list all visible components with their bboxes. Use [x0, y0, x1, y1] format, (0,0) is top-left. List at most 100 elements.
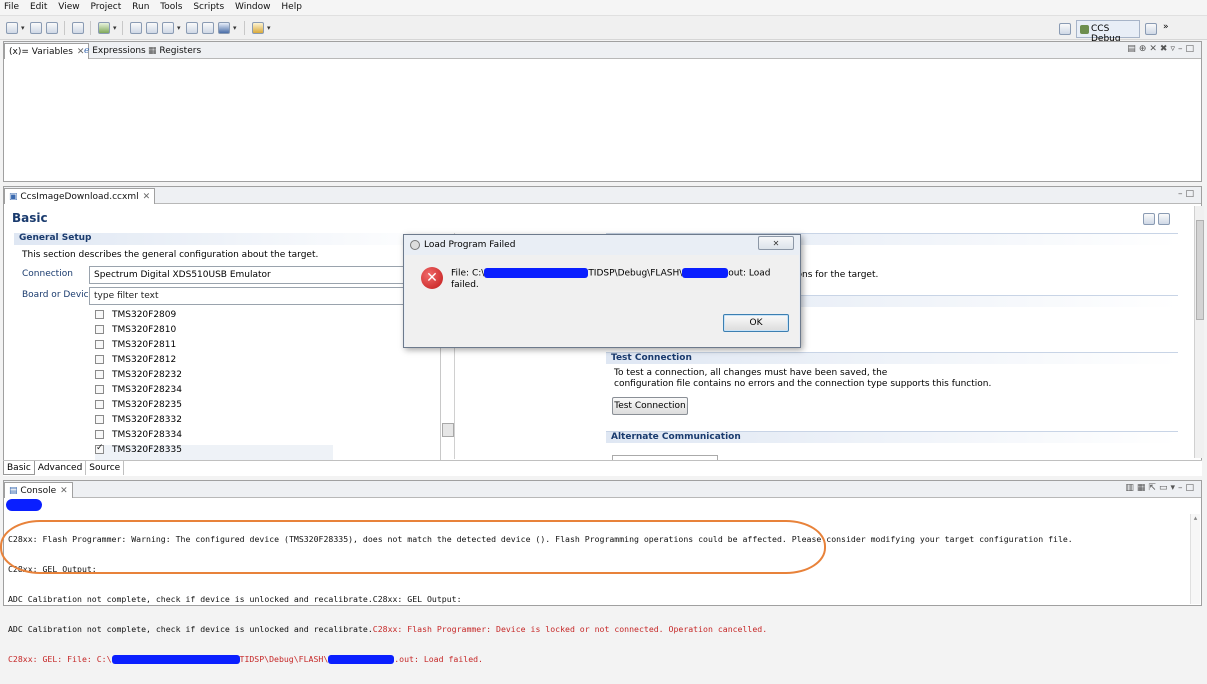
pencil-icon[interactable] [252, 22, 264, 34]
step-over-icon[interactable] [202, 22, 214, 34]
checkbox-checked[interactable] [95, 443, 104, 454]
close-icon[interactable]: ✕ [143, 192, 151, 202]
menu-file[interactable]: File [0, 0, 23, 12]
device-name: TMS320F28234 [112, 385, 182, 395]
list-item[interactable]: TMS320F28235 [95, 400, 182, 415]
checkbox[interactable] [95, 325, 104, 334]
console-output[interactable]: C28xx: Flash Programmer: Warning: The co… [8, 514, 1188, 684]
list-item-selected[interactable]: TMS320F28335 [95, 443, 333, 460]
console-text: ADC Calibration not complete, check if d… [8, 594, 462, 604]
console-line: ADC Calibration not complete, check if d… [8, 594, 1188, 604]
external-tools-icon[interactable] [218, 22, 230, 34]
menu-tools[interactable]: Tools [156, 0, 186, 12]
memory-dropdown-icon[interactable]: ▾ [177, 24, 181, 32]
general-setup-header: General Setup [14, 233, 446, 245]
display-console-icon[interactable]: ▭ [1159, 483, 1171, 493]
tab-registers[interactable]: ▦ Registers [144, 43, 205, 59]
dialog-body: ✕ File: C:\ TIDSP\Debug\FLASH\ out: Load f… [405, 255, 799, 347]
tab-expressions[interactable]: ℯ Expressions [80, 43, 150, 59]
checkbox[interactable] [95, 430, 104, 439]
list-item[interactable]: TMS320F28232 [95, 370, 182, 385]
tab-variables[interactable]: (x)= Variables ✕ [4, 43, 90, 59]
device-list[interactable]: TMS320F2809 TMS320F2810 TMS320F2811 TMS3… [89, 306, 441, 460]
refresh-icon[interactable] [146, 22, 158, 34]
view-menu-icon[interactable]: ▿ [1170, 44, 1178, 54]
editor-tabstrip: ▣ CcsImageDownload.ccxml ✕ –□ [4, 187, 1201, 204]
menu-help[interactable]: Help [277, 0, 306, 12]
list-item[interactable]: TMS320F2812 [95, 355, 176, 370]
connection-combo[interactable]: Spectrum Digital XDS510USB Emulator [89, 266, 441, 284]
clear-console-icon[interactable]: ▥ [1125, 483, 1137, 493]
device-list-scroll-thumb[interactable] [442, 423, 454, 437]
build-icon[interactable] [130, 22, 142, 34]
scroll-thumb[interactable] [1196, 220, 1204, 320]
tab-ccxml[interactable]: ▣ CcsImageDownload.ccxml ✕ [4, 188, 156, 204]
external-dropdown-icon[interactable]: ▾ [233, 24, 237, 32]
new-dropdown-icon[interactable]: ▾ [21, 24, 25, 32]
edit-perspective-icon[interactable] [1145, 23, 1157, 35]
checkbox[interactable] [95, 370, 104, 379]
pin-console-icon[interactable]: ⇱ [1148, 483, 1159, 493]
save-icon[interactable] [30, 22, 42, 34]
layout-icon[interactable] [1143, 213, 1155, 225]
dialog-close-button[interactable]: ✕ [758, 236, 794, 250]
checkbox[interactable] [95, 310, 104, 319]
maximize-icon[interactable]: □ [1185, 483, 1197, 493]
checkbox[interactable] [95, 340, 104, 349]
list-item[interactable]: TMS320F2809 [95, 310, 176, 325]
expressions-icon: ℯ [84, 46, 90, 56]
menu-project[interactable]: Project [86, 0, 125, 12]
save-all-icon[interactable] [46, 22, 58, 34]
add-expression-icon[interactable]: ⊕ [1139, 44, 1150, 54]
list-item[interactable]: TMS320F2811 [95, 340, 176, 355]
tab-console[interactable]: ▤ Console ✕ [4, 482, 73, 498]
console-scrollbar[interactable]: ▴ [1190, 514, 1200, 604]
pencil-dropdown-icon[interactable]: ▾ [267, 24, 271, 32]
open-console-icon[interactable]: ▾ [1170, 483, 1178, 493]
memory-icon[interactable] [162, 22, 174, 34]
list-item[interactable]: TMS320F28332 [95, 415, 182, 430]
list-item[interactable]: TMS320F28334 [95, 430, 182, 445]
remove-all-icon[interactable]: ✖ [1160, 44, 1171, 54]
main-toolbar: ▾ ▾ ▾ ▾ ▾ [0, 16, 1207, 40]
maximize-icon[interactable]: □ [1185, 189, 1197, 199]
tab-source[interactable]: Source [86, 461, 125, 475]
debug-icon[interactable] [98, 22, 110, 34]
collapse-all-icon[interactable]: ▤ [1127, 44, 1139, 54]
checkbox[interactable] [95, 415, 104, 424]
console-error-text: C28xx: Flash Programmer: Device is locke… [372, 624, 768, 634]
scroll-lock-icon[interactable]: ▦ [1137, 483, 1149, 493]
menu-edit[interactable]: Edit [26, 0, 51, 12]
test-connection-button[interactable]: Test Connection [612, 397, 688, 415]
close-icon[interactable]: ✕ [60, 486, 68, 496]
board-or-device-label: Board or Device [22, 290, 95, 300]
redaction-mark [6, 499, 42, 511]
editor-vertical-scrollbar[interactable] [1194, 206, 1204, 458]
open-perspective-icon[interactable] [1059, 23, 1071, 35]
tab-basic[interactable]: Basic [3, 461, 35, 475]
tab-advanced[interactable]: Advanced [35, 461, 87, 475]
help-icon[interactable] [1158, 213, 1170, 225]
open-console-icon[interactable] [72, 22, 84, 34]
remove-icon[interactable]: ✕ [1149, 44, 1160, 54]
maximize-icon[interactable]: □ [1185, 44, 1197, 54]
debug-dropdown-icon[interactable]: ▾ [113, 24, 117, 32]
list-item[interactable]: TMS320F2810 [95, 325, 176, 340]
ccs-debug-perspective-button[interactable]: CCS Debug [1076, 20, 1140, 44]
device-name: TMS320F28332 [112, 415, 182, 425]
ok-button[interactable]: OK [723, 314, 789, 332]
checkbox[interactable] [95, 355, 104, 364]
checkbox[interactable] [95, 400, 104, 409]
list-item[interactable]: TMS320F28234 [95, 385, 182, 400]
menu-window[interactable]: Window [231, 0, 275, 12]
new-icon[interactable] [6, 22, 18, 34]
menu-run[interactable]: Run [128, 0, 153, 12]
checkbox[interactable] [95, 385, 104, 394]
menu-view[interactable]: View [54, 0, 83, 12]
console-tabstrip: ▤ Console ✕ ▥▦⇱▭▾–□ [4, 481, 1201, 498]
step-icon[interactable] [186, 22, 198, 34]
device-filter-input[interactable]: type filter text [89, 287, 441, 305]
menu-scripts[interactable]: Scripts [189, 0, 228, 12]
test-connection-text-2: configuration file contains no errors an… [614, 379, 992, 389]
more-perspectives-icon[interactable]: » [1163, 22, 1169, 32]
